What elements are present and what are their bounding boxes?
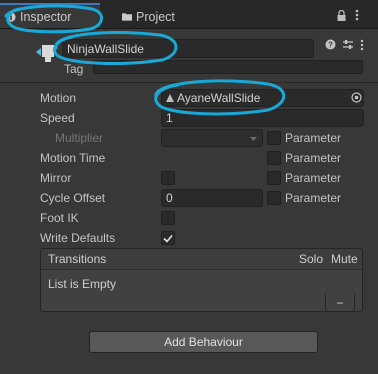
svg-text:?: ? — [328, 41, 333, 50]
info-icon — [6, 11, 16, 22]
parameter-label: Parameter — [285, 191, 342, 205]
checkmark-icon — [163, 234, 173, 243]
list-empty-text: List is Empty — [48, 277, 117, 291]
write-defaults-label: Write Defaults — [40, 231, 116, 245]
multiplier-label: Multiplier — [55, 131, 104, 145]
preset-icon[interactable] — [342, 39, 354, 53]
remove-button[interactable]: − — [325, 294, 355, 312]
motion-label: Motion — [40, 91, 77, 105]
motion-time-parameter-checkbox[interactable] — [267, 151, 281, 165]
parameter-label: Parameter — [285, 171, 342, 185]
tab-inspector[interactable]: Inspector — [0, 3, 100, 28]
motion-value: AyaneWallSlide — [177, 91, 261, 105]
mute-header: Mute — [331, 252, 358, 266]
tab-label: Inspector — [20, 9, 72, 24]
solo-header: Solo — [299, 252, 324, 266]
tab-project[interactable]: Project — [116, 5, 181, 28]
name-field[interactable]: NinjaWallSlide — [62, 39, 314, 58]
write-defaults-checkbox[interactable] — [161, 231, 175, 245]
foot-ik-checkbox[interactable] — [161, 211, 175, 225]
speed-field[interactable]: 1 — [161, 109, 364, 127]
object-picker-icon[interactable] — [351, 92, 362, 106]
cycle-offset-label: Cycle Offset — [40, 191, 106, 205]
lock-icon[interactable] — [337, 9, 346, 24]
state-icon — [36, 42, 56, 62]
speed-label: Speed — [40, 111, 75, 125]
tag-label: Tag — [64, 62, 84, 76]
add-behaviour-button[interactable]: Add Behaviour — [89, 331, 318, 353]
multiplier-dropdown — [161, 129, 263, 147]
more-icon[interactable] — [360, 39, 364, 54]
motion-field[interactable]: AyaneWallSlide — [161, 89, 364, 107]
motion-time-label: Motion Time — [40, 151, 106, 165]
tab-label: Project — [136, 9, 175, 24]
parameter-label: Parameter — [285, 131, 342, 145]
tag-dropdown[interactable] — [93, 60, 363, 74]
help-icon[interactable]: ? — [325, 39, 336, 53]
parameter-label: Parameter — [285, 151, 342, 165]
animation-clip-icon — [166, 94, 174, 102]
mirror-parameter-checkbox[interactable] — [267, 171, 281, 185]
cycle-offset-parameter-checkbox[interactable] — [267, 191, 281, 205]
cycle-offset-field[interactable]: 0 — [161, 189, 263, 207]
foot-ik-label: Foot IK — [40, 211, 79, 225]
divider — [0, 82, 378, 83]
mirror-checkbox[interactable] — [161, 171, 175, 185]
transitions-list: Transitions Solo Mute List is Empty — [40, 248, 363, 312]
menu-icon[interactable] — [355, 9, 359, 24]
mirror-label: Mirror — [40, 171, 72, 185]
transitions-title: Transitions — [48, 252, 107, 266]
chevron-down-icon — [249, 132, 258, 146]
folder-icon — [122, 12, 132, 22]
multiplier-parameter-checkbox[interactable] — [267, 131, 281, 145]
